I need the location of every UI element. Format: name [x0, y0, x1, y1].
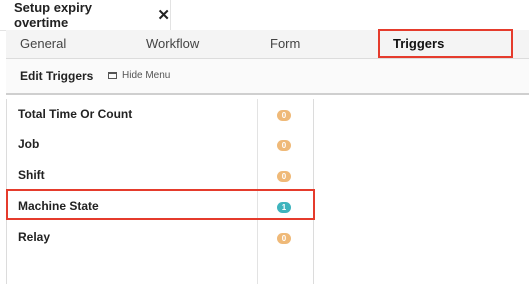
tab-workflow[interactable]: Workflow: [146, 30, 199, 58]
trigger-item-total-time-or-count[interactable]: Total Time Or Count 0: [7, 99, 313, 129]
section-tabs: General Workflow Form Triggers: [6, 30, 529, 59]
edit-triggers-title: Edit Triggers: [20, 69, 94, 83]
trigger-label: Machine State: [18, 199, 99, 213]
count-badge: 0: [277, 140, 291, 151]
count-badge: 0: [277, 171, 291, 182]
trigger-label: Shift: [18, 168, 45, 182]
trigger-item-machine-state[interactable]: Machine State 1: [7, 191, 313, 221]
tab-form[interactable]: Form: [270, 30, 300, 58]
document-tab-title: Setup expiry overtime: [14, 0, 93, 30]
count-badge: 1: [277, 202, 291, 213]
trigger-item-relay[interactable]: Relay 0: [7, 222, 313, 252]
count-badge: 0: [277, 110, 291, 121]
document-tab[interactable]: Setup expiry overtime ✕: [3, 0, 171, 30]
close-icon[interactable]: ✕: [157, 6, 170, 24]
window-icon: [108, 72, 117, 79]
toolbar: Edit Triggers Hide Menu: [6, 59, 529, 95]
count-badge: 0: [277, 233, 291, 244]
document-tab-bar: Setup expiry overtime ✕: [0, 0, 529, 31]
trigger-label: Job: [18, 137, 40, 151]
hide-menu-button[interactable]: Hide Menu: [108, 70, 170, 81]
tab-triggers[interactable]: Triggers: [393, 30, 444, 58]
hide-menu-label: Hide Menu: [122, 70, 171, 81]
column-divider: [257, 99, 258, 284]
trigger-list: Total Time Or Count 0 Job 0 Shift 0 Mach…: [6, 99, 314, 284]
trigger-item-shift[interactable]: Shift 0: [7, 160, 313, 190]
trigger-label: Relay: [18, 230, 51, 244]
trigger-label: Total Time Or Count: [18, 107, 133, 121]
trigger-item-job[interactable]: Job 0: [7, 129, 313, 159]
tab-general[interactable]: General: [20, 30, 66, 58]
